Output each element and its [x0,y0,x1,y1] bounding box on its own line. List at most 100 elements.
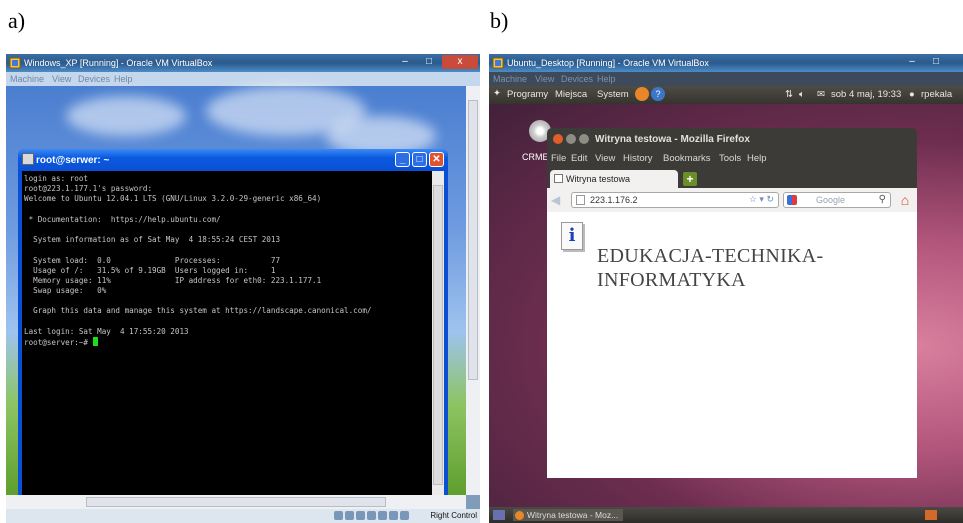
search-placeholder: Google [816,195,846,205]
user-icon: ● [909,89,915,100]
figure-label-a: a) [8,8,26,33]
terminal-line: Memory usage: 11% IP address for eth0: 2… [24,275,322,285]
windows-xp-desktop: root@serwer: ~ _ □ ✕ login as: root root@… [6,86,466,519]
maximize-button-ff[interactable] [579,134,589,144]
terminal-output[interactable]: login as: root root@223.1.177.1's passwor… [22,171,432,515]
show-desktop-icon[interactable] [493,510,505,520]
volume-icon[interactable]: 🔈︎ [799,89,805,100]
vbox-vertical-scrollbar[interactable] [466,86,480,495]
vbox-title-bar[interactable]: Windows_XP [Running] - Oracle VM Virtual… [6,54,480,72]
firefox-task-icon [515,511,524,520]
vbox-horizontal-scrollbar[interactable] [6,495,466,509]
ubuntu-logo-icon: ✦ [493,88,501,99]
workspace-switcher-icon[interactable] [925,510,937,520]
vbox-title-text-b: Ubuntu_Desktop [Running] - Oracle VM Vir… [507,58,709,68]
menu-system[interactable]: System [597,89,629,100]
page-heading-line2: INFORMATYKA [597,269,746,291]
menu-history[interactable]: History [623,153,653,164]
url-bar[interactable]: 223.1.176.2 ☆ ▾ ↻ [571,192,779,208]
mail-icon[interactable]: ✉ [817,89,825,100]
putty-window: root@serwer: ~ _ □ ✕ login as: root root@… [18,149,448,519]
gnome-bottom-panel: Witryna testowa - Moz... [489,507,963,523]
menu-edit[interactable]: Edit [571,153,587,164]
firefox-title-bar[interactable]: Witryna testowa - Mozilla Firefox [547,128,917,150]
minimize-button-ff[interactable] [566,134,576,144]
menu-machine-b[interactable]: Machine [493,74,527,84]
help-launcher-icon[interactable]: ? [651,87,665,101]
putty-maximize-button[interactable]: □ [412,152,427,167]
terminal-scrollbar[interactable] [432,171,444,515]
menu-devices[interactable]: Devices [78,74,110,84]
terminal-line: Swap usage: 0% [24,286,107,296]
menu-help[interactable]: Help [114,74,133,84]
menu-help-ff[interactable]: Help [747,153,767,164]
maximize-button-b[interactable]: □ [925,55,947,69]
vbox-status-bar: Right Control [6,509,480,523]
page-heading: EDUKACJA-TECHNIKA- INFORMATYKA [597,244,823,292]
menu-miejsca[interactable]: Miejsca [555,89,587,100]
user-name[interactable]: rpekala [921,89,952,100]
terminal-line: root@223.1.177.1's password: [24,184,153,194]
virtualbox-window-ubuntu: Ubuntu_Desktop [Running] - Oracle VM Vir… [489,54,963,523]
tab-strip: Witryna testowa + [547,168,917,188]
minimize-button-b[interactable]: – [901,55,923,69]
tab-witryna-testowa[interactable]: Witryna testowa [550,170,678,188]
terminal-prompt[interactable]: root@server:~# [24,337,430,347]
clock[interactable]: sob 4 maj, 19:33 [831,89,901,100]
url-text: 223.1.176.2 [590,195,638,205]
info-icon: i [561,222,583,250]
maximize-button[interactable]: □ [418,55,440,69]
virtualbox-icon [492,57,504,69]
putty-title-bar[interactable]: root@serwer: ~ _ □ ✕ [18,149,448,171]
close-button[interactable]: x [442,55,478,69]
terminal-line: login as: root [24,174,89,183]
minimize-button[interactable]: – [394,55,416,69]
menu-machine[interactable]: Machine [10,74,44,84]
vbox-title-bar-b[interactable]: Ubuntu_Desktop [Running] - Oracle VM Vir… [489,54,963,72]
taskbar-item-firefox[interactable]: Witryna testowa - Moz... [513,509,623,521]
firefox-title-text: Witryna testowa - Mozilla Firefox [595,134,750,145]
virtualbox-icon [9,57,21,69]
menu-bookmarks[interactable]: Bookmarks [663,153,711,164]
host-key-label: Right Control [430,511,477,520]
tab-label: Witryna testowa [566,174,631,184]
menu-view-b[interactable]: View [535,74,554,84]
vbox-menu-bar-b: Machine View Devices Help [489,72,963,86]
firefox-menu-bar: File Edit View History Bookmarks Tools H… [547,150,917,168]
network-icon[interactable]: ⇅ [785,89,793,100]
gnome-top-panel: ✦ Programy Miejsca System ? ⇅ 🔈︎ ✉ sob 4… [489,86,963,104]
putty-minimize-button[interactable]: _ [395,152,410,167]
menu-view-ff[interactable]: View [595,153,615,164]
new-tab-button[interactable]: + [683,172,697,186]
menu-programy[interactable]: Programy [507,89,548,100]
virtualbox-window-xp: Windows_XP [Running] - Oracle VM Virtual… [6,54,480,523]
search-icon[interactable]: ⚲ [879,194,886,205]
close-button-b[interactable] [553,134,563,144]
menu-file[interactable]: File [551,153,566,164]
vbox-title-text: Windows_XP [Running] - Oracle VM Virtual… [24,58,213,68]
menu-devices-b[interactable]: Devices [561,74,593,84]
navigation-toolbar: ◀ 223.1.176.2 ☆ ▾ ↻ Google ⚲ ⌂ [547,188,917,212]
menu-view[interactable]: View [52,74,71,84]
taskbar-item-label: Witryna testowa - Moz... [527,510,619,520]
terminal-cursor [92,337,98,346]
home-icon[interactable]: ⌂ [897,192,913,208]
back-arrow-icon[interactable]: ◀ [551,193,565,207]
menu-tools[interactable]: Tools [719,153,741,164]
terminal-line: System load: 0.0 Processes: 77 [24,255,281,265]
terminal-line: Last login: Sat May 4 17:55:20 2013 [24,326,189,336]
menu-help-b[interactable]: Help [597,74,616,84]
terminal-line: Welcome to Ubuntu 12.04.1 LTS (GNU/Linux… [24,194,322,204]
reload-icon[interactable]: ☆ ▾ ↻ [749,194,774,205]
terminal-line: System information as of Sat May 4 18:55… [24,235,281,245]
status-device-icons[interactable] [334,511,418,521]
putty-icon [22,153,34,165]
putty-close-button[interactable]: ✕ [429,152,444,167]
search-box[interactable]: Google ⚲ [783,192,891,208]
firefox-launcher-icon[interactable] [635,87,649,101]
page-heading-line1: EDUKACJA-TECHNIKA- [597,245,824,267]
google-icon[interactable] [787,195,797,205]
page-icon [576,195,585,205]
